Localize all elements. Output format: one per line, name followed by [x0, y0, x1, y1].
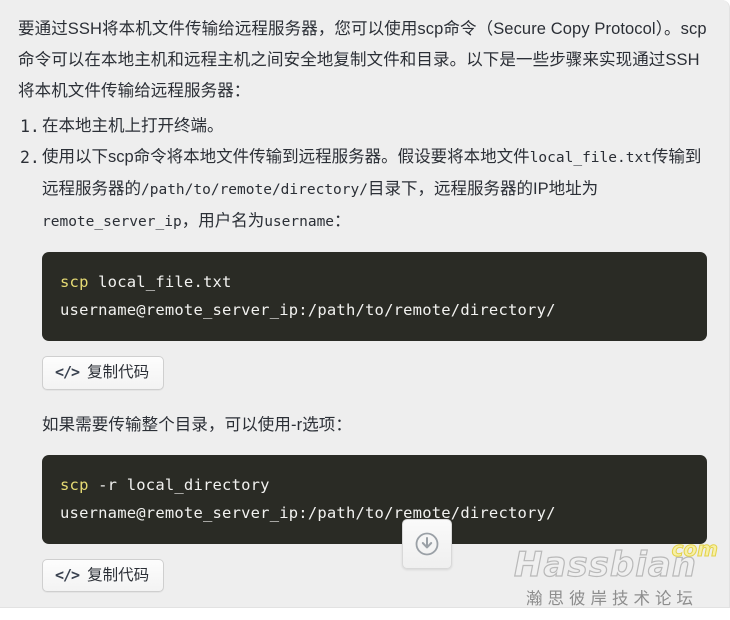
step-marker-2: 2.	[20, 148, 40, 167]
code-icon: </>	[55, 565, 80, 584]
step-marker-3: 3.	[20, 603, 40, 607]
step2-text-after: ：	[334, 212, 351, 230]
code-icon: </>	[55, 363, 80, 382]
code-keyword-scp-1: scp	[60, 273, 89, 291]
code-block-1-line-1-rest: local_file.txt	[88, 273, 232, 291]
step2-text-mid-3: ，用户名为	[181, 212, 265, 230]
copy-code-label-2: 复制代码	[87, 566, 150, 584]
inline-code-server-ip: remote_server_ip	[42, 214, 182, 230]
step-item-3: 3. 输入远程服务器的用户密码，然后按下Enter键。	[18, 603, 707, 607]
step2-text-before: 使用以下scp命令将本地文件传输到远程服务器。假设要将本地文件	[42, 148, 530, 166]
code-block-2-line-2: username@remote_server_ip:/path/to/remot…	[60, 503, 556, 522]
step-text-1: 在本地主机上打开终端。	[42, 117, 224, 135]
code-block-1[interactable]: scp local_file.txt username@remote_serve…	[42, 252, 707, 341]
inline-code-local-file: local_file.txt	[529, 150, 652, 166]
step2-text-mid-2: 目录下，远程服务器的IP地址为	[367, 180, 599, 198]
copy-code-button-1[interactable]: </> 复制代码	[42, 356, 165, 390]
step-text-3: 输入远程服务器的用户密码，然后按下Enter键。	[42, 603, 707, 607]
step-item-1: 1. 在本地主机上打开终端。	[18, 111, 707, 142]
code-keyword-scp-2: scp	[60, 475, 89, 494]
copy-code-label-1: 复制代码	[87, 364, 150, 381]
screenshot-stage: 要通过SSH将本机文件传输给远程服务器，您可以使用scp命令（Secure Co…	[0, 0, 730, 620]
download-circle-icon	[415, 532, 439, 556]
step-text-2: 使用以下scp命令将本地文件传输到远程服务器。假设要将本地文件local_fil…	[42, 142, 707, 238]
step-item-2: 2. 使用以下scp命令将本地文件传输到远程服务器。假设要将本地文件local_…	[18, 142, 707, 592]
between-paragraph: 如果需要传输整个目录，可以使用-r选项：	[42, 415, 352, 434]
code-block-2-line-1: scp -r local_directory	[60, 471, 689, 499]
code-block-2[interactable]: scp -r local_directory username@remote_s…	[42, 454, 707, 544]
step-marker-1: 1.	[20, 117, 40, 136]
code-block-2-line-1-rest: -r local_directory	[88, 475, 270, 494]
steps-list: 1. 在本地主机上打开终端。 2. 使用以下scp命令将本地文件传输到远程服务器…	[18, 111, 707, 607]
intro-paragraph: 要通过SSH将本机文件传输给远程服务器，您可以使用scp命令（Secure Co…	[18, 20, 707, 100]
inline-code-username: username	[264, 214, 335, 230]
download-attachment-button[interactable]	[402, 519, 452, 569]
inline-code-remote-path: /path/to/remote/directory/	[141, 182, 368, 198]
code-block-1-line-1: scp local_file.txt	[60, 268, 689, 296]
code-block-1-line-2: username@remote_server_ip:/path/to/remot…	[60, 301, 556, 319]
article-content-card: 要通过SSH将本机文件传输给远程服务器，您可以使用scp命令（Secure Co…	[0, 0, 730, 608]
copy-code-button-2[interactable]: </> 复制代码	[42, 558, 165, 592]
